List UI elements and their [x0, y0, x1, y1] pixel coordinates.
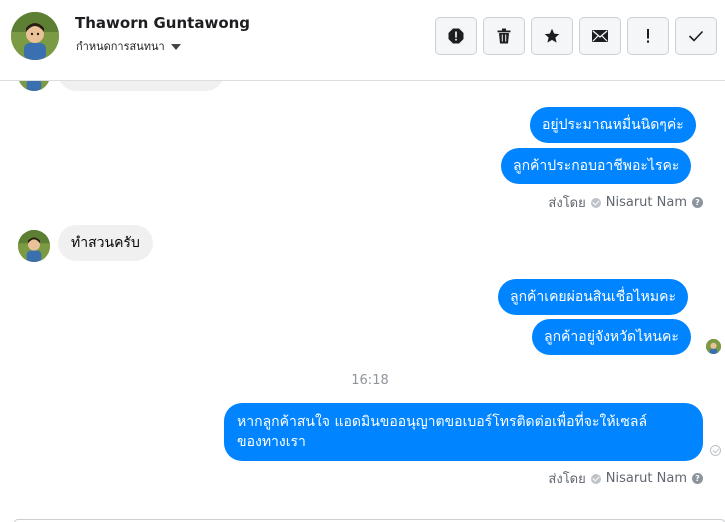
follow-up-button[interactable]	[627, 17, 669, 55]
report-icon	[448, 28, 464, 44]
sent-by-label: ส่งโดย Nisarut Nam ?	[548, 192, 703, 213]
help-icon[interactable]: ?	[692, 473, 703, 484]
outgoing-message[interactable]: อยู่ประมาณหมื่นนิดๆค่ะ	[530, 107, 696, 143]
delete-button[interactable]	[483, 17, 525, 55]
sent-by-label: ส่งโดย Nisarut Nam ?	[548, 468, 703, 489]
mail-icon	[592, 30, 608, 42]
conversation-header: Thaworn Guntawong กำหนดการสนทนา	[0, 0, 725, 81]
incoming-message[interactable]	[58, 81, 224, 91]
report-button[interactable]	[435, 17, 477, 55]
outgoing-message[interactable]: หากลูกค้าสนใจ แอดมินขออนุญาตขอเบอร์โทรติ…	[224, 403, 703, 461]
contact-name[interactable]: Thaworn Guntawong	[75, 14, 250, 32]
mark-unread-button[interactable]	[579, 17, 621, 55]
exclamation-icon	[646, 28, 650, 44]
seen-avatar	[706, 339, 721, 354]
contact-avatar-small[interactable]	[18, 230, 50, 262]
outgoing-message[interactable]: ลูกค้าประกอบอาชีพอะไรคะ	[501, 148, 692, 184]
trash-icon	[497, 28, 511, 44]
message-thread[interactable]: อยู่ประมาณหมื่นนิดๆค่ะ ลูกค้าประกอบอาชีพ…	[0, 81, 725, 522]
message-text: ลูกค้าอยู่จังหวัดไหนคะ	[544, 329, 679, 345]
conversation-settings-dropdown[interactable]: กำหนดการสนทนา	[76, 37, 181, 55]
sent-by-prefix: ส่งโดย	[548, 196, 586, 211]
sent-by-prefix: ส่งโดย	[548, 472, 586, 487]
checkmark-icon	[688, 30, 704, 42]
message-text: ลูกค้าประกอบอาชีพอะไรคะ	[513, 158, 680, 174]
delivered-check-icon	[710, 445, 721, 456]
message-text: อยู่ประมาณหมื่นนิดๆค่ะ	[542, 117, 684, 133]
caret-down-icon	[170, 43, 181, 50]
star-button[interactable]	[531, 17, 573, 55]
message-text-line2: ของทางเรา	[237, 434, 306, 450]
message-timestamp: 16:18	[351, 373, 389, 388]
incoming-message[interactable]: ทำสวนครับ	[58, 225, 153, 261]
message-text-line1: หากลูกค้าสนใจ แอดมินขออนุญาตขอเบอร์โทรติ…	[237, 414, 648, 430]
sender-name: Nisarut Nam	[605, 195, 687, 210]
outgoing-message[interactable]: ลูกค้าอยู่จังหวัดไหนคะ	[532, 319, 691, 355]
conversation-settings-label: กำหนดการสนทนา	[76, 40, 165, 53]
done-button[interactable]	[675, 17, 717, 55]
message-text: ลูกค้าเคยผ่อนสินเชื่อไหมคะ	[510, 289, 677, 305]
contact-avatar[interactable]	[11, 12, 59, 60]
verified-check-icon	[590, 197, 601, 208]
verified-check-icon	[590, 473, 601, 484]
contact-avatar-small	[18, 81, 50, 91]
star-icon	[544, 28, 560, 44]
sender-name: Nisarut Nam	[605, 471, 687, 486]
message-text: ทำสวนครับ	[71, 235, 140, 251]
outgoing-message[interactable]: ลูกค้าเคยผ่อนสินเชื่อไหมคะ	[498, 279, 689, 315]
help-icon[interactable]: ?	[692, 197, 703, 208]
